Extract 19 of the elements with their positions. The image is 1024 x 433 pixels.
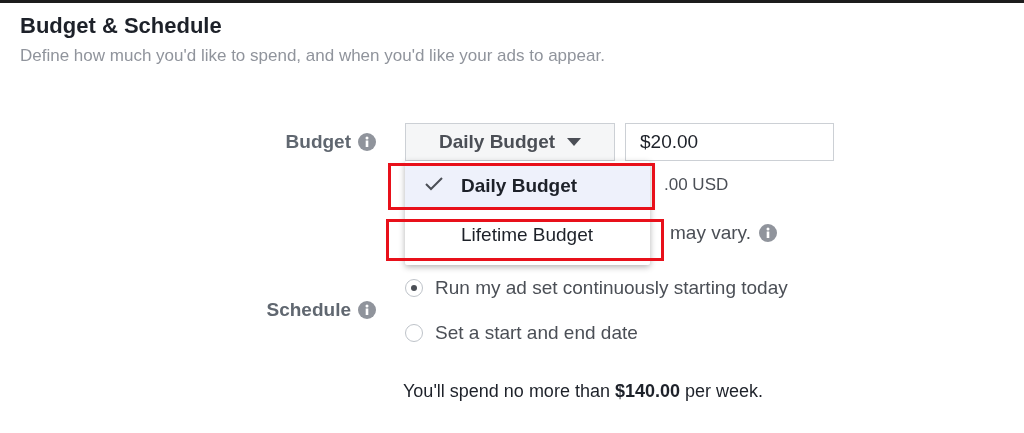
caret-icon [567,138,582,146]
radio-label[interactable]: Set a start and end date [435,321,638,344]
field-label: Budget [285,131,351,153]
budget-note: .00 USD [664,174,729,196]
info-icon[interactable] [358,301,376,319]
section-title: Budget & Schedule [20,12,223,40]
radio-button[interactable] [405,278,423,297]
info-icon[interactable] [758,224,777,242]
check-icon [425,177,443,191]
budget-type-dropdown[interactable]: Daily Budget [405,123,615,161]
budget-amount-field[interactable]: $20.00 [625,123,834,161]
disclaimer-text: may vary. [670,222,751,244]
radio-label[interactable]: Run my ad set continuously starting today [435,276,788,299]
section-description: Define how much you'd like to spend, and when you'd like your ads to appear. [20,45,606,67]
info-icon[interactable] [358,133,376,151]
menu-item[interactable]: Lifetime Budget [405,212,650,257]
field-label: Schedule [266,299,351,321]
spend-summary: You'll spend no more than $140.00 per week. [403,381,765,402]
radio-button[interactable] [405,323,423,342]
